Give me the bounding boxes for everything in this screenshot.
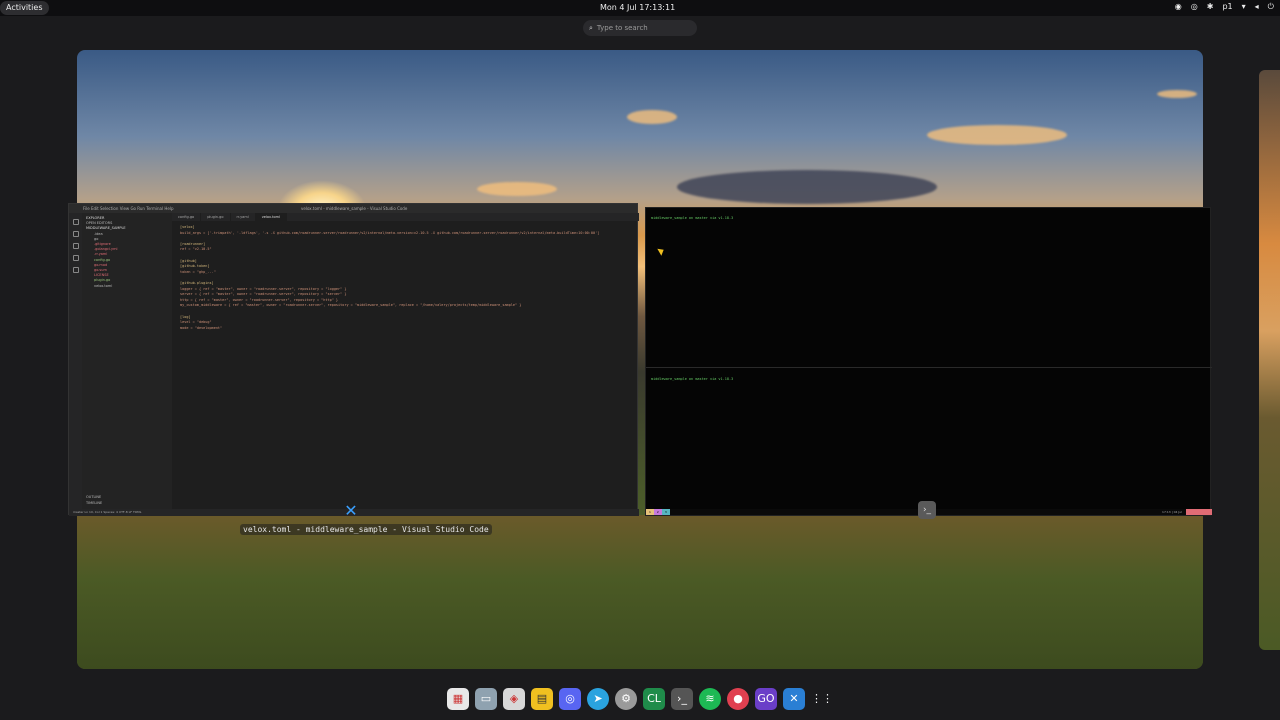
spotify-icon[interactable]: ≋	[699, 688, 721, 710]
wifi-icon[interactable]: ▾	[1242, 2, 1246, 12]
power-icon[interactable]: ⏻	[1268, 2, 1274, 12]
top-bar: Activities Mon 4 Jul 17:13:11 ◉ ◎ ✱ p1 ▾…	[0, 0, 1280, 16]
cloud	[677, 170, 937, 204]
vscode-app-badge-icon: ✕	[344, 501, 358, 520]
activity-bar[interactable]	[69, 213, 82, 509]
extensions-icon[interactable]	[72, 267, 79, 273]
source-control-icon[interactable]	[72, 243, 79, 249]
next-workspace-thumbnail[interactable]	[1259, 70, 1280, 650]
search-input[interactable]: ⌕ Type to search	[583, 20, 697, 36]
window-caption: velox.toml - middleware_sample - Visual …	[240, 524, 492, 535]
tab-config-go[interactable]: config.go	[172, 213, 202, 221]
discord-icon[interactable]: ◎	[559, 688, 581, 710]
code-line: build_args = ['-trimpath', '-ldflags', '…	[180, 230, 600, 235]
network-icon[interactable]: ◉	[1175, 2, 1182, 12]
terminal-app-badge-icon: ›_	[918, 501, 936, 519]
telegram-icon[interactable]: ➤	[587, 688, 609, 710]
timeline-section[interactable]: TIMELINE	[86, 501, 102, 506]
explorer-panel[interactable]: EXPLORER OPEN EDITORS MIDDLEWARE_SAMPLE …	[82, 213, 172, 509]
system-tray[interactable]: ◉ ◎ ✱ p1 ▾ ◂ ⏻	[1175, 2, 1274, 12]
volume-icon[interactable]: ◂	[1255, 2, 1259, 12]
settings-icon[interactable]: ⚙	[615, 688, 637, 710]
cloud	[627, 110, 677, 124]
search-icon[interactable]	[72, 231, 79, 237]
record-icon[interactable]: ●	[727, 688, 749, 710]
tmux-window[interactable]: 3	[661, 509, 670, 515]
prompt: middleware_sample on master via v1.18.3	[651, 216, 734, 220]
cloud	[1157, 90, 1197, 98]
notes-icon[interactable]: ▤	[531, 688, 553, 710]
clion-icon[interactable]: CL	[643, 688, 665, 710]
vscode-menu[interactable]: File Edit Selection View Go Run Terminal…	[83, 204, 174, 213]
tray-user[interactable]: p1	[1222, 2, 1232, 12]
tmux-window[interactable]: 2	[653, 509, 662, 515]
tab-plugin-go[interactable]: plugin.go	[201, 213, 231, 221]
code-line: mode = "development"	[180, 325, 223, 330]
tab-rr-yaml[interactable]: rr.yaml	[231, 213, 256, 221]
tmux-session-badge	[1186, 509, 1212, 515]
vscode-titlebar[interactable]: File Edit Selection View Go Run Terminal…	[69, 204, 637, 213]
calendar-icon[interactable]: ▦	[447, 688, 469, 710]
bluetooth-icon[interactable]: ✱	[1207, 2, 1214, 12]
search-icon: ⌕	[589, 24, 593, 32]
code-editor[interactable]: [velox] build_args = ['-trimpath', '-ldf…	[172, 221, 639, 509]
file-item-active[interactable]: velox.toml	[86, 284, 168, 289]
terminal-window[interactable]: middleware_sample on master via v1.18.3 …	[645, 207, 1212, 516]
tmux-clock: 17:13 | 04 Jul	[1162, 510, 1182, 514]
dash-dock[interactable]: ▦ ▭ ◈ ▤ ◎ ➤ ⚙ CL ›_ ≋ ● GO ✕ ⋮⋮	[440, 684, 840, 714]
activities-button[interactable]: Activities	[0, 1, 49, 15]
grass-field	[77, 515, 1203, 669]
app-grid-icon[interactable]: ⋮⋮	[811, 688, 833, 710]
outline-section[interactable]: OUTLINE	[86, 495, 101, 500]
goland-icon[interactable]: GO	[755, 688, 777, 710]
discord-icon[interactable]: ◎	[1191, 2, 1198, 12]
cloud	[477, 182, 557, 196]
cloud	[927, 125, 1067, 145]
terminal-icon[interactable]: ›_	[671, 688, 693, 710]
software-icon[interactable]: ◈	[503, 688, 525, 710]
vscode-icon[interactable]: ✕	[783, 688, 805, 710]
terminal-pane-top[interactable]: middleware_sample on master via v1.18.3	[646, 208, 1212, 368]
vscode-window[interactable]: File Edit Selection View Go Run Terminal…	[68, 203, 639, 516]
terminal-pane-bottom[interactable]: middleware_sample on master via v1.18.3	[646, 369, 1212, 509]
run-debug-icon[interactable]	[72, 255, 79, 261]
editor-tabs[interactable]: config.go plugin.go rr.yaml velox.toml	[172, 213, 639, 221]
explorer-icon[interactable]	[72, 219, 79, 225]
prompt: middleware_sample on master via v1.18.3	[651, 377, 734, 381]
tab-velox-toml[interactable]: velox.toml	[255, 213, 288, 221]
vscode-title: velox.toml - middleware_sample - Visual …	[301, 206, 408, 211]
files-icon[interactable]: ▭	[475, 688, 497, 710]
clock[interactable]: Mon 4 Jul 17:13:11	[600, 3, 675, 12]
tmux-window[interactable]: 1	[646, 509, 654, 515]
